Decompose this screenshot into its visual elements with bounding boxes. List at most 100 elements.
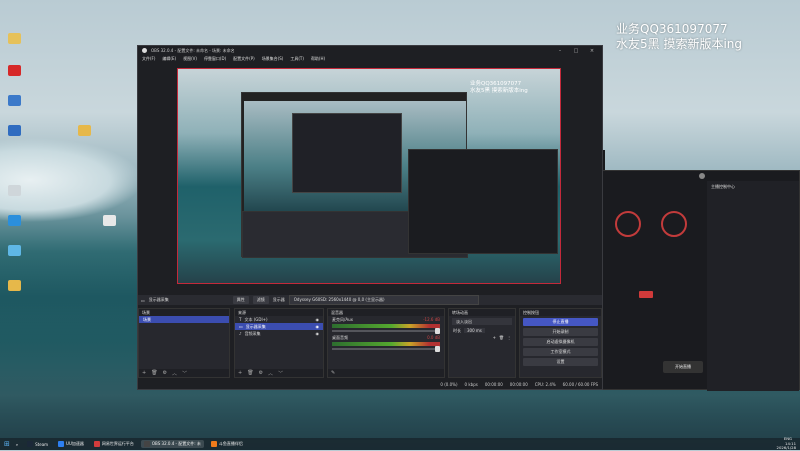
desktop-icon[interactable] bbox=[3, 125, 25, 136]
record-time: 00:00:00 bbox=[509, 381, 528, 387]
obs-titlebar: OBS 32.0.4 - 配置文件: 未命名 - 场景: 未命名 – □ × bbox=[138, 46, 602, 55]
maximize-icon[interactable]: □ bbox=[570, 48, 582, 54]
taskbar-app[interactable]: UU加速器 bbox=[55, 440, 87, 448]
desktop-icon[interactable] bbox=[3, 95, 25, 106]
app-icon bbox=[7, 280, 21, 291]
streaming-app-window[interactable]: 主播控制中心 开始直播 bbox=[600, 170, 800, 391]
source-item[interactable]: ♪ 音频采集 ◉ bbox=[235, 330, 323, 337]
desktop-icon[interactable] bbox=[3, 65, 25, 76]
virtual-camera-button[interactable]: 启动虚拟摄像机 bbox=[523, 338, 598, 346]
close-icon[interactable]: × bbox=[586, 48, 598, 54]
desktop-icon[interactable] bbox=[73, 125, 95, 136]
taskbar-app-label: OBS 32.0.4 - 配置文件: 未 bbox=[151, 441, 201, 446]
taskbar-app[interactable]: Steam bbox=[24, 440, 51, 448]
taskbar-app-label: 网易世界运行平台 bbox=[101, 441, 134, 446]
watermark-line1: 业务QQ361097077 bbox=[616, 22, 728, 36]
studio-mode-button[interactable]: 工作室模式 bbox=[523, 348, 598, 356]
menu-item[interactable]: 配置文件(P) bbox=[233, 56, 255, 62]
clock[interactable]: ENG 14:11 2026/1/28 bbox=[777, 437, 796, 451]
sources-dock: 来源 T 文本 (GDI+) ◉ ▭ 显示器采集 ◉ ♪ 音频采集 ◉ + 🗑 ⚙ ︿ ﹀ bbox=[234, 308, 324, 378]
scenes-title: 场景 bbox=[142, 310, 150, 315]
desktop-icon[interactable] bbox=[3, 245, 25, 256]
up-icon[interactable]: ︿ bbox=[172, 370, 177, 377]
taskbar-app-icon bbox=[143, 441, 150, 447]
properties-button[interactable]: 属性 bbox=[232, 296, 249, 304]
display-select[interactable]: Odyssey G60SD: 2560x1440 @ 0,0 (主显示器) bbox=[288, 295, 479, 305]
up-icon[interactable]: ︿ bbox=[268, 370, 273, 377]
sidebar-title: 主播控制中心 bbox=[711, 184, 735, 189]
start-icon[interactable]: ⊞ bbox=[4, 440, 10, 448]
source-item[interactable]: T 文本 (GDI+) ◉ bbox=[235, 316, 323, 323]
avatar[interactable] bbox=[699, 173, 705, 179]
controls-title: 控制按钮 bbox=[523, 310, 539, 315]
menu-item[interactable]: 场景集合(S) bbox=[262, 56, 284, 62]
speaker-icon: ♪ bbox=[239, 331, 242, 336]
taskbar-app-label: Steam bbox=[35, 441, 49, 447]
mixer-channel-label: 麦克风/Aux -12.6 dB bbox=[328, 316, 444, 323]
duration-input[interactable]: 300 ms bbox=[464, 328, 485, 333]
minimize-icon[interactable]: – bbox=[554, 48, 566, 54]
preview-watermark-line1: 业务QQ361097077 bbox=[470, 81, 522, 87]
add-icon[interactable]: + bbox=[142, 370, 146, 376]
search-icon[interactable]: ⌕ bbox=[16, 442, 18, 447]
transition-select[interactable]: 淡入淡出 bbox=[452, 318, 512, 325]
bitrate: 0 kbps bbox=[464, 381, 478, 387]
source-item[interactable]: ▭ 显示器采集 ◉ bbox=[235, 323, 323, 330]
more-icon[interactable]: ⋮ bbox=[507, 335, 511, 340]
add-icon[interactable]: + bbox=[493, 335, 496, 340]
app-icon bbox=[7, 185, 21, 196]
transitions-dock: 转场动画 淡入淡出 时长 300 ms + 🗑 ⋮ bbox=[448, 308, 516, 378]
desktop-icon[interactable] bbox=[3, 280, 25, 291]
go-live-button[interactable]: 开始直播 bbox=[663, 361, 703, 373]
app-icon bbox=[77, 125, 91, 136]
scene-item[interactable]: 场景 bbox=[139, 316, 229, 323]
down-icon[interactable]: ﹀ bbox=[278, 370, 283, 377]
eye-icon[interactable]: ◉ bbox=[316, 324, 320, 329]
menu-item[interactable]: 停靠窗口(D) bbox=[204, 56, 226, 62]
taskbar-app[interactable]: OBS 32.0.4 - 配置文件: 未 bbox=[140, 440, 204, 448]
scenes-footer: + 🗑 ⚙ ︿ ﹀ bbox=[139, 369, 229, 377]
menu-item[interactable]: 文件(F) bbox=[142, 56, 155, 62]
preview-watermark: 业务QQ361097077 水友5黑 摸索新版本ing bbox=[470, 81, 528, 95]
desktop-icon[interactable] bbox=[3, 215, 25, 226]
menu-bar: 文件(F) 编辑(E) 视图(V) 停靠窗口(D) 配置文件(P) 场景集合(S) 工具(T… bbox=[138, 55, 602, 63]
taskbar-app[interactable]: 网易世界运行平台 bbox=[91, 440, 137, 448]
menu-item[interactable]: 帮助(H) bbox=[311, 56, 325, 62]
taskbar-app-label: 斗鱼直播伴侣 bbox=[218, 441, 243, 446]
app-icon bbox=[7, 95, 21, 106]
fps: 60.00 / 60.00 FPS bbox=[562, 381, 598, 387]
desktop-icon[interactable] bbox=[3, 33, 25, 44]
taskbar-app-label: UU加速器 bbox=[66, 441, 84, 446]
eye-icon[interactable]: ◉ bbox=[316, 317, 320, 322]
desktop-icon[interactable] bbox=[98, 215, 120, 226]
desktop-icon[interactable] bbox=[3, 185, 25, 196]
volume-slider[interactable] bbox=[332, 328, 440, 334]
filters-button[interactable]: 滤镜 bbox=[252, 296, 269, 304]
add-icon[interactable]: + bbox=[238, 370, 242, 376]
taskbar: ⊞ ⌕ Steam UU加速器 网易世界运行平台 OBS 32.0.4 - 配置文件:… bbox=[0, 437, 800, 451]
app-icon bbox=[7, 125, 21, 136]
volume-slider[interactable] bbox=[332, 346, 440, 352]
start-recording-button[interactable]: 开始录制 bbox=[523, 328, 598, 336]
preview-canvas[interactable]: 业务QQ361097077 水友5黑 摸索新版本ing bbox=[177, 68, 561, 284]
channel-db: -12.6 dB bbox=[423, 317, 440, 322]
delete-icon[interactable]: 🗑 bbox=[247, 370, 253, 376]
menu-item[interactable]: 视图(V) bbox=[183, 56, 197, 62]
menu-item[interactable]: 工具(T) bbox=[290, 56, 304, 62]
eye-icon[interactable]: ◉ bbox=[316, 331, 320, 336]
settings-button[interactable]: 设置 bbox=[523, 358, 598, 366]
red-toggle[interactable] bbox=[639, 291, 653, 298]
taskbar-app[interactable]: 斗鱼直播伴侣 bbox=[208, 440, 246, 448]
delete-icon[interactable]: 🗑 bbox=[151, 370, 157, 376]
menu-item[interactable]: 编辑(E) bbox=[162, 56, 176, 62]
gear-icon[interactable]: ⚙ bbox=[163, 370, 167, 376]
gear-icon[interactable]: ⚙ bbox=[259, 370, 263, 376]
nested-window bbox=[292, 113, 402, 193]
obs-window[interactable]: OBS 32.0.4 - 配置文件: 未命名 - 场景: 未命名 – □ × 文… bbox=[137, 45, 603, 390]
pen-icon[interactable]: ✎ bbox=[331, 370, 335, 376]
stop-stream-button[interactable]: 停止直播 bbox=[523, 318, 598, 326]
down-icon[interactable]: ﹀ bbox=[182, 370, 187, 377]
cpu-usage: CPU: 2.4% bbox=[534, 381, 556, 387]
mixer-header: 混音器 bbox=[328, 309, 444, 316]
delete-icon[interactable]: 🗑 bbox=[499, 335, 504, 340]
